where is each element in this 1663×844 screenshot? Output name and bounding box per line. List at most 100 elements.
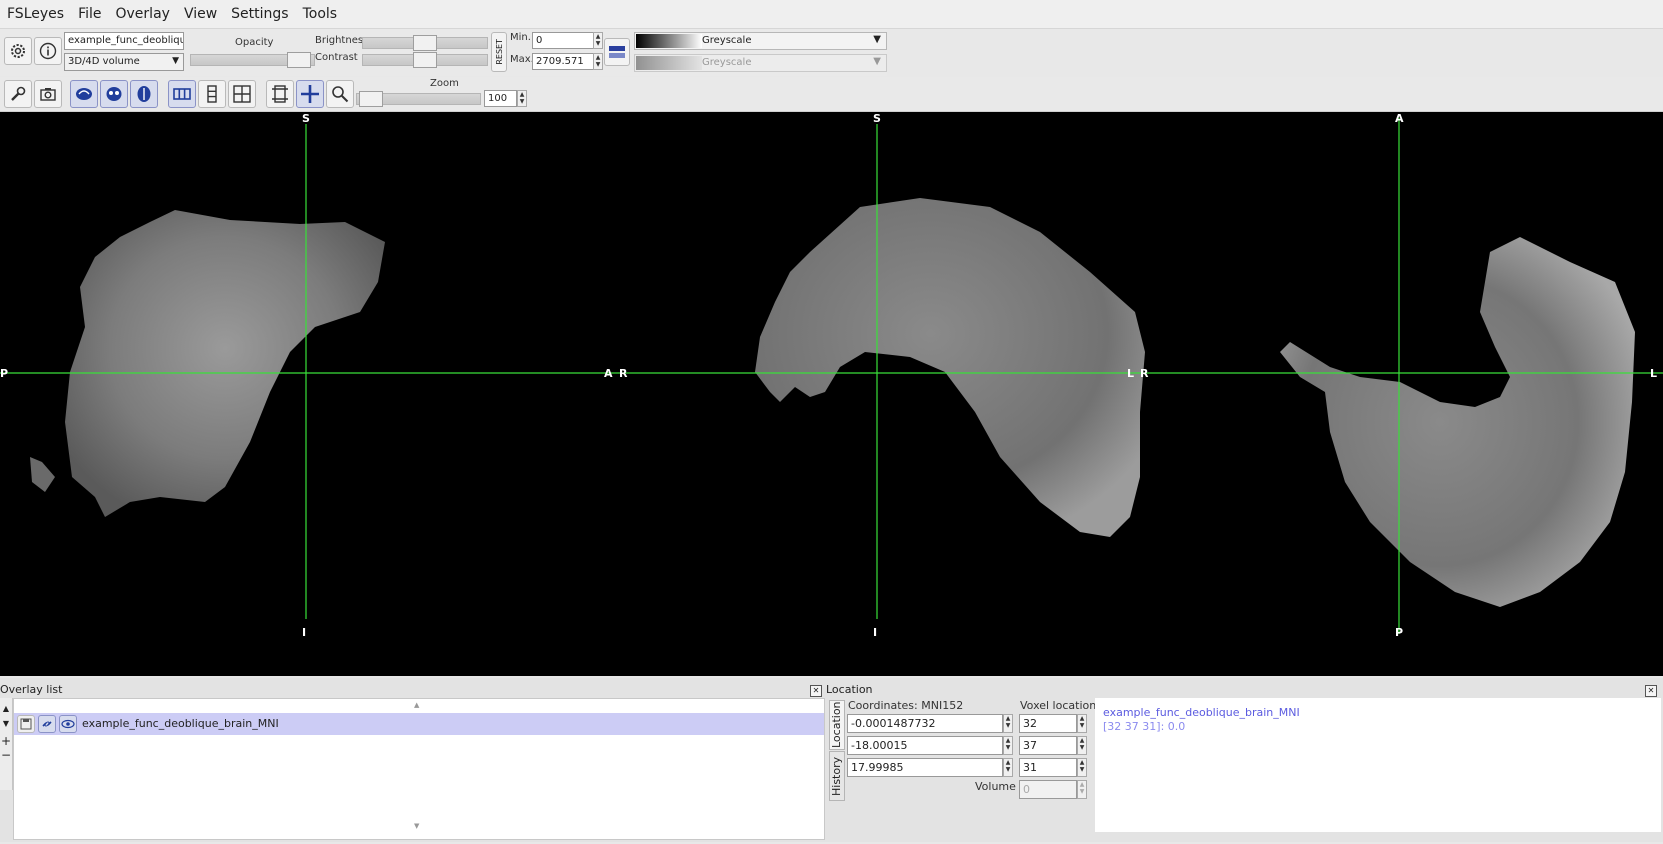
reset-button[interactable]: RESET: [491, 32, 507, 72]
menu-file[interactable]: File: [71, 6, 108, 22]
info-button[interactable]: [34, 37, 62, 65]
coordinate-z-spinner[interactable]: ▲ ▼: [1003, 758, 1013, 777]
overlay-type-select[interactable]: 3D/4D volume ▼: [64, 53, 184, 71]
axial-label-top: A: [1395, 112, 1404, 125]
greyscale-swatch-disabled: [636, 56, 702, 70]
coronal-brain-slice: [755, 198, 1145, 537]
toggle-cursor-button[interactable]: [296, 80, 324, 108]
max-spinner[interactable]: ▲ ▼: [593, 53, 603, 70]
scroll-down-icon[interactable]: ▼: [414, 822, 419, 830]
coronal-label-right: L: [1127, 367, 1134, 380]
tab-history[interactable]: History: [829, 751, 845, 801]
contrast-label: Contrast: [315, 52, 358, 63]
voxel-y-spinner[interactable]: ▲ ▼: [1077, 736, 1087, 755]
settings-gear-button[interactable]: [4, 37, 32, 65]
zoom-slider[interactable]: [356, 91, 481, 107]
overlay-name-field[interactable]: example_func_deoblique_br: [64, 32, 184, 50]
colourmap-select[interactable]: Greyscale ▼: [634, 32, 887, 50]
visibility-toggle[interactable]: [59, 715, 77, 733]
menu-fsleyes[interactable]: FSLeyes: [0, 6, 71, 22]
coronal-label-top: S: [873, 112, 881, 125]
crosshair-icon: [301, 85, 319, 103]
menu-settings[interactable]: Settings: [224, 6, 295, 22]
contrast-slider[interactable]: [362, 52, 488, 68]
coordinate-z-input[interactable]: 17.99985: [847, 758, 1003, 777]
coronal-brain-icon: [106, 87, 122, 101]
coordinates-label: Coordinates: MNI152: [848, 699, 964, 712]
layout-vertical-button[interactable]: [198, 80, 226, 108]
close-icon[interactable]: ✕: [810, 685, 822, 697]
coordinate-x-input[interactable]: -0.0001487732: [847, 714, 1003, 733]
layout-grid-button[interactable]: [228, 80, 256, 108]
save-overlay-button[interactable]: [17, 715, 35, 733]
ortho-toolbar: Zoom 100 ▲ ▼: [0, 77, 1663, 112]
coronal-label-left: R: [619, 367, 628, 380]
opacity-slider[interactable]: [190, 52, 315, 68]
axial-label-bottom: P: [1395, 626, 1403, 639]
menu-view[interactable]: View: [177, 6, 224, 22]
link-overlay-button[interactable]: [38, 715, 56, 733]
voxel-z-spinner[interactable]: ▲ ▼: [1077, 758, 1087, 777]
close-icon[interactable]: ✕: [1645, 685, 1657, 697]
coordinate-y-input[interactable]: -18.00015: [847, 736, 1003, 755]
sagittal-brain-icon: [76, 88, 92, 100]
brightness-slider[interactable]: [362, 35, 488, 51]
brightness-slider-handle[interactable]: [413, 35, 437, 51]
sagittal-brain-fragment: [30, 457, 55, 492]
coordinate-x-spinner[interactable]: ▲ ▼: [1003, 714, 1013, 733]
axial-brain-icon: [137, 86, 151, 102]
toggle-sagittal-button[interactable]: [70, 80, 98, 108]
zoom-spinner[interactable]: ▲ ▼: [517, 90, 527, 107]
ortho-canvas[interactable]: S I P A S I R L A P R L: [0, 112, 1663, 676]
link-icon: [42, 721, 52, 727]
coordinate-y-spinner[interactable]: ▲ ▼: [1003, 736, 1013, 755]
max-label: Max.: [510, 54, 534, 65]
view-settings-button[interactable]: [4, 80, 32, 108]
voxel-location-label: Voxel location: [1020, 699, 1097, 712]
max-input[interactable]: 2709.571: [532, 53, 595, 70]
scroll-up-icon[interactable]: ▲: [414, 701, 419, 709]
overlay-list-title: Overlay list: [0, 683, 63, 696]
zoom-input[interactable]: 100: [484, 90, 517, 107]
voxel-z-input[interactable]: 31: [1019, 758, 1077, 777]
voxel-y-input[interactable]: 37: [1019, 736, 1077, 755]
sagittal-brain-slice: [65, 210, 385, 517]
axial-label-left: R: [1140, 367, 1149, 380]
min-input[interactable]: 0: [532, 32, 595, 49]
opacity-label: Opacity: [235, 37, 274, 48]
toggle-coronal-button[interactable]: [100, 80, 128, 108]
menu-tools[interactable]: Tools: [296, 6, 345, 22]
list-item[interactable]: example_func_deoblique_brain_MNI: [14, 713, 824, 735]
add-overlay-button[interactable]: +: [0, 734, 12, 748]
info-overlay-name: example_func_deoblique_brain_MNI: [1103, 706, 1300, 719]
colourmap-icon: [609, 46, 625, 58]
coronal-label-bottom: I: [873, 626, 877, 639]
overlay-name: example_func_deoblique_brain_MNI: [82, 717, 279, 730]
axial-brain-slice: [1280, 237, 1635, 607]
volume-input: 0: [1019, 780, 1077, 799]
ortho-viewer[interactable]: S I P A S I R L A P R L: [0, 112, 1663, 676]
zoom-slider-handle[interactable]: [359, 91, 383, 107]
voxel-x-input[interactable]: 32: [1019, 714, 1077, 733]
min-label: Min.: [510, 32, 531, 43]
save-icon: [20, 718, 32, 730]
remove-overlay-button[interactable]: −: [0, 748, 12, 762]
move-down-button[interactable]: ▼: [0, 719, 12, 728]
move-up-button[interactable]: ▲: [0, 704, 12, 713]
toggle-labels-button[interactable]: [266, 80, 294, 108]
negative-colourmap-value: Greyscale: [702, 57, 752, 68]
screenshot-button[interactable]: [34, 80, 62, 108]
tab-location[interactable]: Location: [829, 700, 845, 750]
colourmap-toggle-button[interactable]: [604, 38, 630, 66]
contrast-slider-handle[interactable]: [413, 52, 437, 68]
menu-overlay[interactable]: Overlay: [109, 6, 177, 22]
zoom-mode-button[interactable]: [326, 80, 354, 108]
negative-colourmap-select: Greyscale ▼: [634, 54, 887, 72]
voxel-x-spinner[interactable]: ▲ ▼: [1077, 714, 1087, 733]
horizontal-layout-icon: [173, 88, 191, 100]
toggle-axial-button[interactable]: [130, 80, 158, 108]
min-spinner[interactable]: ▲ ▼: [593, 32, 603, 49]
opacity-slider-handle[interactable]: [287, 52, 311, 68]
info-voxel-value: [32 37 31]: 0.0: [1103, 720, 1186, 733]
layout-horizontal-button[interactable]: [168, 80, 196, 108]
